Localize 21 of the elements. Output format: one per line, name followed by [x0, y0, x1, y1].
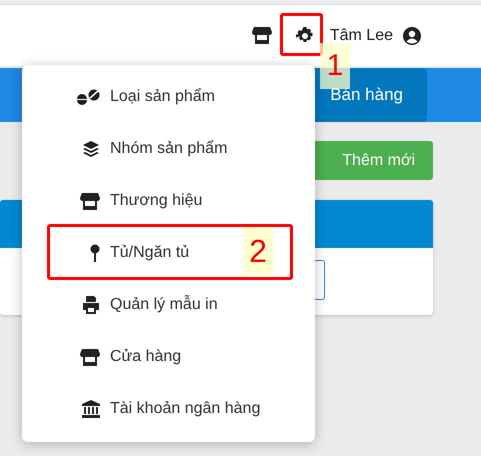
- pills-icon: [76, 89, 100, 105]
- menu-item[interactable]: Quản lý mẫu in: [22, 279, 315, 331]
- store-icon: [80, 348, 100, 366]
- pin-icon: [90, 244, 100, 262]
- user-icon[interactable]: [403, 26, 421, 44]
- layers-icon: [82, 140, 100, 158]
- annotation-number: 1: [320, 43, 350, 89]
- menu-item[interactable]: Thương hiệu: [22, 175, 315, 227]
- bank-icon: [82, 400, 100, 418]
- menu-item[interactable]: Cửa hàng: [22, 331, 315, 383]
- printer-icon: [82, 296, 100, 314]
- store-icon: [80, 192, 100, 210]
- menu-item[interactable]: Nhóm sản phẩm: [22, 123, 315, 175]
- settings-button[interactable]: [296, 26, 314, 44]
- store-icon: [252, 27, 272, 44]
- menu-item[interactable]: Tủ/Ngăn tủ 2: [22, 227, 315, 279]
- menu-item[interactable]: Tài khoản ngân hàng: [22, 383, 315, 435]
- user-name[interactable]: Tâm Lee: [330, 26, 393, 44]
- annotation-number: 2: [243, 227, 273, 275]
- settings-icon: [296, 26, 314, 44]
- store-button[interactable]: [252, 27, 272, 44]
